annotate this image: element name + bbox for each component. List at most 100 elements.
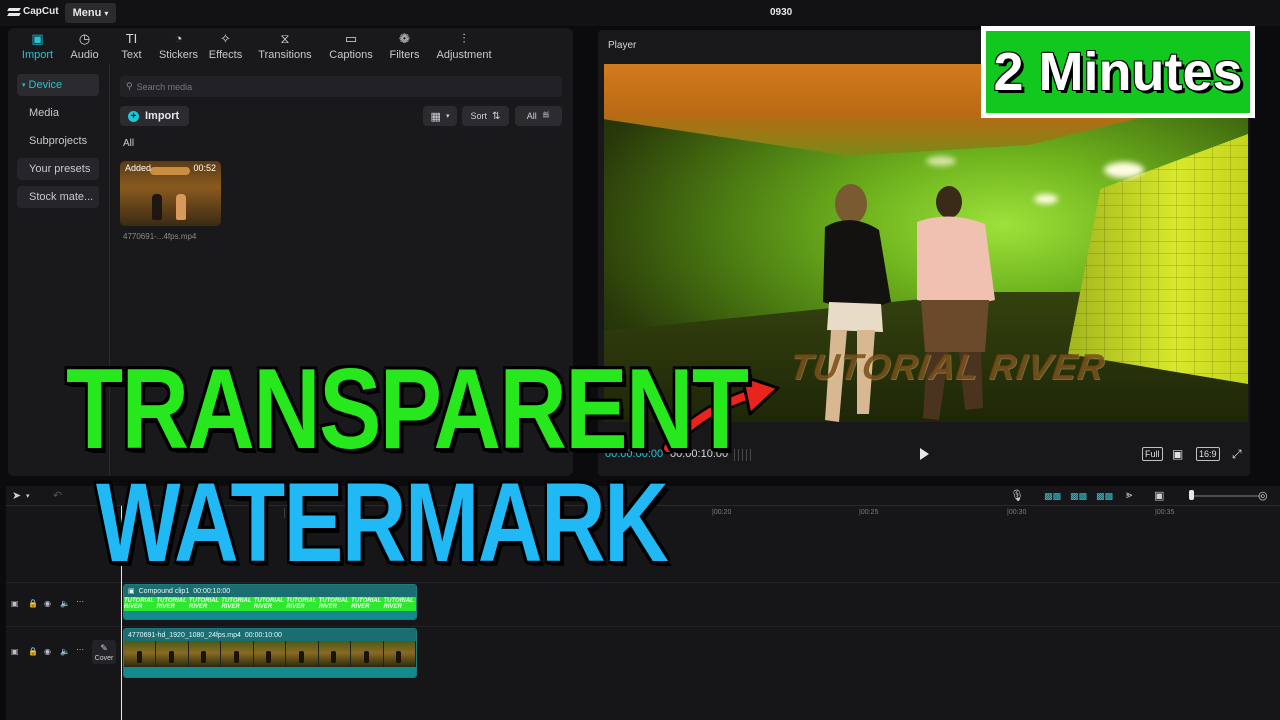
more-icon[interactable]: ⋯ [76, 645, 84, 654]
clip-frame-text: TUTORIAL RIVER [286, 598, 317, 610]
video-frame [318, 641, 352, 667]
split-icon[interactable]: ⪢ [1126, 489, 1132, 502]
compound-clip-frames: TUTORIAL RIVER TUTORIAL RIVER TUTORIAL R… [124, 597, 416, 611]
video-frame [156, 641, 189, 667]
sidebar-item-device[interactable]: ▾ Device [17, 74, 99, 96]
zoom-slider-handle[interactable] [1189, 490, 1194, 500]
zoom-fit-timeline-icon[interactable]: ◎ [1258, 489, 1268, 502]
sidebar-item-media[interactable]: Media [17, 102, 99, 124]
tab-label: Audio [70, 48, 99, 61]
ceiling-light [926, 156, 956, 166]
audio-icon[interactable]: 🔈 [60, 647, 70, 656]
duration-text: 2 Minutes [986, 31, 1250, 113]
tab-filters[interactable]: ❁ Filters [381, 28, 428, 64]
eye-icon[interactable]: ◉ [44, 599, 51, 608]
tab-label: Filters [389, 48, 420, 61]
eye-icon[interactable]: ◉ [44, 647, 51, 656]
select-cursor-icon[interactable]: ➤ [12, 489, 21, 502]
import-button[interactable]: + Import [120, 106, 189, 126]
ruler-label: |00:20 [712, 509, 732, 516]
audio-icon: ◷ [78, 30, 91, 46]
tab-import[interactable]: ▣ Import [14, 28, 61, 64]
clip-frame-text: TUTORIAL RIVER [383, 598, 414, 610]
sidebar-item-your-presets[interactable]: Your presets [17, 158, 99, 180]
clip-footer [124, 611, 416, 619]
sidebar-item-stock-materials[interactable]: Stock mate... [17, 186, 99, 208]
tab-label: Effects [208, 48, 243, 61]
cover-label: Cover [94, 654, 114, 662]
tab-audio[interactable]: ◷ Audio [61, 28, 108, 64]
thumbnail-figure [176, 194, 186, 220]
clip-frame-text: TUTORIAL RIVER [318, 598, 349, 610]
preview-axis-icon[interactable]: ▩▩ [1096, 491, 1113, 502]
lock-icon[interactable]: 🔒 [28, 647, 38, 656]
caret-down-icon: ▾ [22, 82, 26, 89]
clip-name: 4770691-hd_1920_1080_24fps.mp4 [128, 631, 241, 639]
import-label: Import [145, 110, 180, 122]
chevron-down-icon: ▾ [445, 113, 450, 120]
tab-captions[interactable]: ▭ Captions [321, 28, 381, 64]
magnet-snap-icon[interactable]: ▩▩ [1044, 491, 1061, 502]
ruler-label: |00:35 [1155, 509, 1175, 516]
menu-button[interactable]: Menu ▾ [65, 3, 116, 23]
link-icon[interactable]: ▩▩ [1070, 491, 1087, 502]
sort-button[interactable]: Sort ⇅ [462, 106, 509, 126]
aspect-ratio-button[interactable]: 16:9 [1196, 447, 1220, 461]
section-label: All [123, 138, 135, 149]
tab-text[interactable]: TI Text [108, 28, 155, 64]
capcut-logo: CapCut [8, 6, 59, 17]
chevron-down-icon[interactable]: ▾ [26, 492, 30, 500]
ruler-label: |00:25 [859, 509, 879, 516]
tab-label: Captions [329, 48, 373, 61]
microphone-icon[interactable]: 🎙 [1010, 489, 1024, 502]
play-button[interactable] [920, 448, 929, 460]
headline-line-1: TRANSPARENT [66, 346, 749, 473]
clip-footer [124, 667, 416, 677]
captions-track-icon[interactable]: ▣ [1154, 489, 1164, 502]
stickers-icon: ◔ [174, 30, 183, 46]
menu-label: Menu [72, 7, 102, 19]
video-frame [253, 641, 287, 667]
cover-button[interactable]: ✎ Cover [92, 640, 116, 664]
media-duration: 00:52 [193, 163, 216, 173]
added-badge: Added [125, 163, 152, 173]
tab-label: Text [121, 48, 142, 61]
clip-frame-text: TUTORIAL RIVER [124, 598, 155, 610]
headline-line-2: WATERMARK [96, 460, 669, 585]
sidebar-item-label: Device [28, 79, 63, 91]
view-mode-button[interactable]: ▦ ▾ [423, 106, 457, 126]
transitions-icon: ⧖ [280, 30, 290, 46]
media-thumbnail[interactable]: Added 00:52 [120, 161, 221, 226]
clip-frame-text: TUTORIAL RIVER [188, 598, 219, 610]
sidebar-item-subprojects[interactable]: Subprojects [17, 130, 99, 152]
video-frame [221, 641, 254, 667]
clip-duration: 00:00:10:00 [244, 631, 282, 639]
tab-effects[interactable]: ✧ Effects [202, 28, 249, 64]
video-clip[interactable]: 4770691-hd_1920_1080_24fps.mp4 00:00:10:… [123, 628, 417, 678]
zoom-slider-track[interactable] [1189, 495, 1261, 497]
clip-header: 4770691-hd_1920_1080_24fps.mp4 00:00:10:… [124, 629, 416, 641]
grid-view-icon: ▦ [430, 110, 441, 123]
undo-icon[interactable]: ↶ [53, 489, 62, 502]
lock-icon[interactable]: 🔒 [28, 599, 38, 608]
thumbnail-lamp [150, 167, 190, 175]
thumbnail-figure [152, 194, 162, 220]
filter-button[interactable]: All ≝ [515, 106, 562, 126]
more-icon[interactable]: ⋯ [76, 597, 84, 606]
video-frame [383, 641, 416, 667]
search-field[interactable]: ⚲ Search media [120, 76, 562, 97]
fullscreen-icon[interactable]: ⤢ [1230, 447, 1244, 461]
toolbar-tabs: ▣ Import ◷ Audio TI Text ◔ Stickers ✧ Effects… [8, 28, 573, 64]
captions-icon: ▭ [344, 30, 358, 46]
audio-icon[interactable]: 🔈 [60, 599, 70, 608]
clip-frame-text: TUTORIAL RIVER [351, 598, 382, 610]
tab-transitions[interactable]: ⧖ Transitions [249, 28, 321, 64]
zoom-fit-icon[interactable]: ▣ [1170, 447, 1185, 461]
full-quality-button[interactable]: Full [1142, 447, 1163, 461]
capcut-logo-icon [8, 7, 20, 17]
tab-stickers[interactable]: ◔ Stickers [155, 28, 202, 64]
compound-clip[interactable]: ▣ Compound clip1 00:00:10:00 TUTORIAL RI… [123, 584, 417, 620]
clip-frame-text: TUTORIAL RIVER [156, 598, 187, 610]
filter-icon: ≝ [541, 110, 551, 122]
tab-adjustment[interactable]: ⫶ Adjustment [428, 28, 500, 64]
